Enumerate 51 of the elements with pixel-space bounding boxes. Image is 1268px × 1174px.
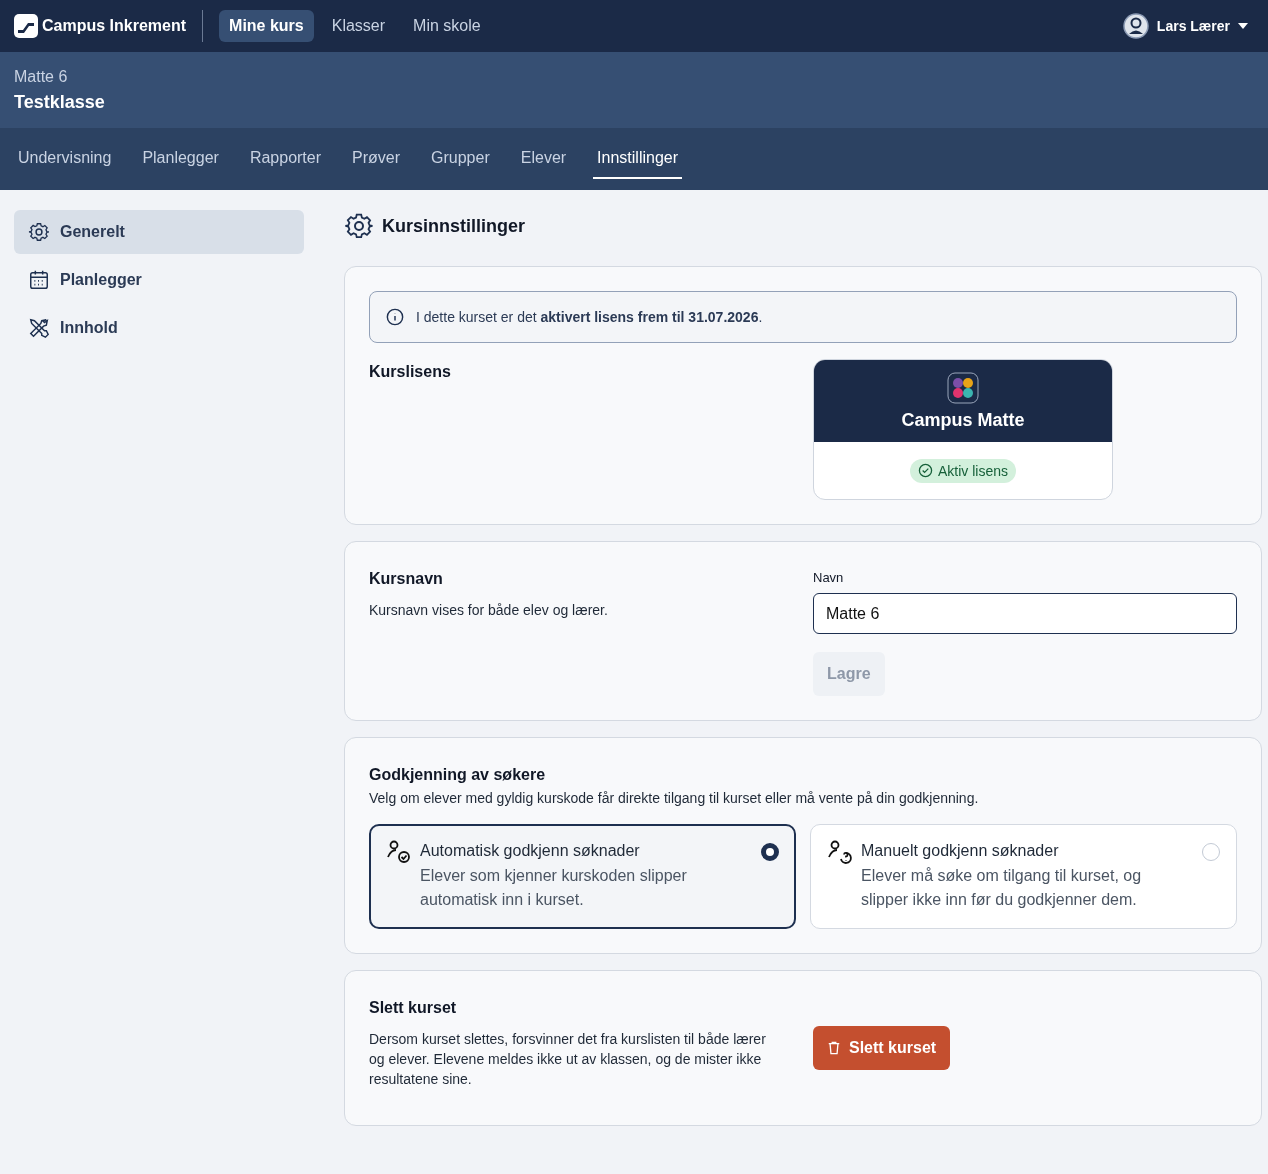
section-heading: Slett kurset [369,999,458,1017]
brand-name: Campus Inkrement [42,17,187,35]
option-description: Elever må søke om tilgang til kurset, og slipper ikke inn før du godkjenner dem. [861,866,1143,910]
nav-link[interactable]: Mine kurs [219,10,314,42]
calendar-icon [28,269,50,291]
settings-icon [28,221,50,243]
section-heading: Kursnavn [369,570,444,588]
section-description: Velg om elever med gyldig kurskode får direkte tilgang til kurset eller må vente på din godkjenning. [369,789,980,808]
caret-icon [1238,23,1248,29]
nav-link[interactable]: Min skole [403,10,491,42]
page-title: Kursinnstillinger [382,215,525,237]
user-question-icon [827,839,853,865]
section-description: Dersom kurset slettes, forsvinner det fra kurslisten til både lærer og elever. Elevene meldes ikke ut av klassen, og de mister ikke resultatene sine. [369,1030,767,1089]
tools-icon [28,317,50,339]
section-heading: Kurslisens [369,363,452,381]
logo-icon [14,14,38,38]
user-check-icon [386,839,412,865]
section-description: Kursnavn vises for både elev og lærer. [369,601,609,620]
radio-button[interactable] [761,843,779,861]
check-circle-icon [918,463,933,478]
sidebar-item[interactable]: Generelt [14,210,304,254]
app-icon [947,371,979,404]
option-description: Elever som kjenner kurskoden slipper automatisk inn i kurset. [420,866,688,910]
avatar-icon [1122,13,1149,39]
option-title: Manuelt godkjenn søknader [861,842,1060,860]
info-text: I dette kurset er det aktivert lisens frem til 31.07.2026. [416,309,763,325]
tab[interactable]: Rapporter [245,139,326,179]
sidebar-item[interactable]: Innhold [14,306,304,350]
user-menu[interactable]: Lars Lærer [1116,12,1254,40]
tab[interactable]: Undervisning [14,139,116,179]
radio-option[interactable]: Automatisk godkjenn søknader Elever som kjenner kurskoden slipper automatisk inn i kurset. [369,824,796,929]
product-name: Campus Matte [901,409,1025,431]
name-input[interactable]: Matte 6 [813,593,1237,634]
delete-button[interactable]: Slett kurset [813,1026,951,1070]
sidebar-item[interactable]: Planlegger [14,258,304,302]
course-subtitle: Matte 6 [14,67,69,86]
field-label: Navn [813,570,845,585]
status-badge: Aktiv lisens [910,458,1016,483]
trash-icon [827,1041,841,1055]
info-icon [386,308,404,326]
radio-option[interactable]: Manuelt godkjenn søknader Elever må søke om tilgang til kurset, og slipper ikke inn før du godkjenner dem. [810,824,1237,929]
course-title: Testklasse [14,91,106,113]
tab[interactable]: Elever [516,139,571,179]
tab[interactable]: Planlegger [138,139,223,179]
tab[interactable]: Prøver [348,139,405,179]
tab[interactable]: Innstillinger [593,139,683,179]
settings-icon [344,211,374,241]
tab[interactable]: Grupper [427,139,494,179]
nav-link[interactable]: Klasser [321,10,396,42]
option-title: Automatisk godkjenn søknader [420,842,641,860]
section-heading: Godkjenning av søkere [369,766,547,784]
